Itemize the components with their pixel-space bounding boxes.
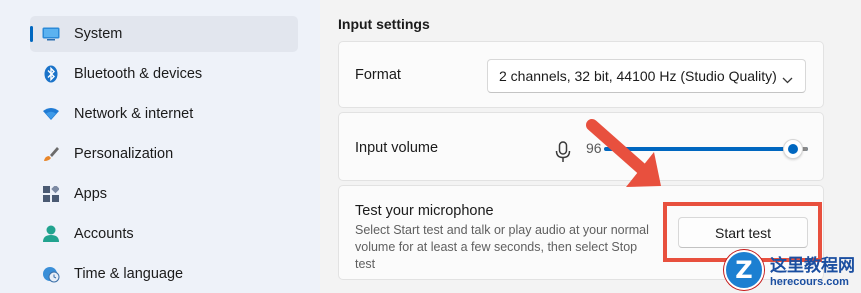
watermark-text: 这里教程网 (770, 256, 855, 276)
watermark-url: herecours.com (770, 276, 849, 288)
watermark-logo: Z (724, 249, 764, 290)
watermark: Z 这里教程网 herecours.com (724, 246, 861, 293)
